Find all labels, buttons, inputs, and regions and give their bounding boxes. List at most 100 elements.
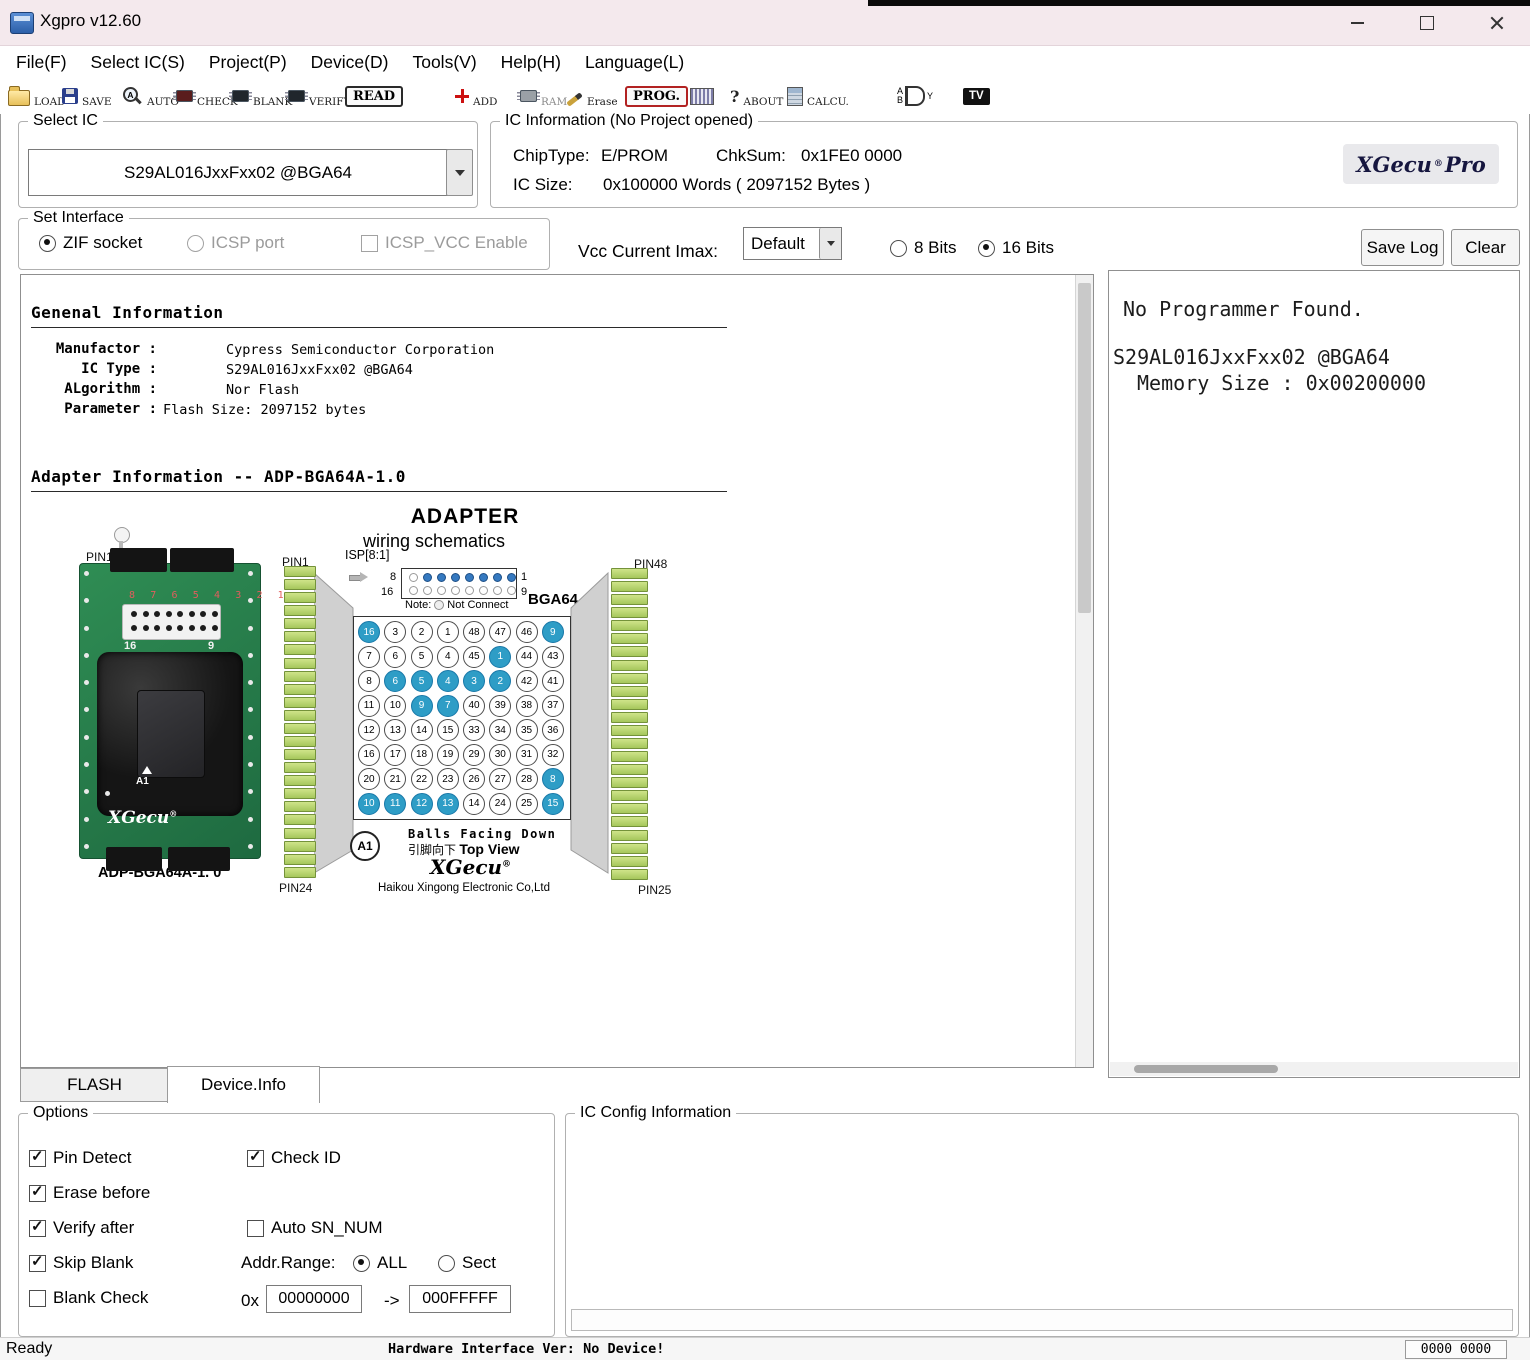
chip-icon bbox=[288, 90, 305, 102]
pin-strip-bar bbox=[611, 686, 648, 697]
menu-item[interactable]: Help(H) bbox=[489, 46, 573, 78]
pin-strip-bar bbox=[284, 579, 316, 590]
ic-combobox-dropdown-button[interactable] bbox=[446, 149, 473, 196]
bga-ball: 10 bbox=[384, 695, 406, 717]
ram-button[interactable]: RAM bbox=[520, 82, 567, 110]
bga-ball: 46 bbox=[516, 621, 538, 643]
pin-map-button[interactable] bbox=[690, 82, 714, 110]
vcc-imax-dropdown[interactable]: Default bbox=[743, 227, 842, 260]
options-group: Options Pin Detect Check ID Erase before… bbox=[18, 1113, 555, 1337]
scrollbar-thumb[interactable] bbox=[1134, 1065, 1278, 1073]
save-button[interactable]: SAVE bbox=[62, 82, 112, 110]
icsp-vcc-label: ICSP_VCC Enable bbox=[385, 233, 528, 253]
minimize-button[interactable] bbox=[1334, 0, 1380, 45]
bits8-radio[interactable]: 8 Bits bbox=[890, 238, 957, 258]
check-id-checkbox[interactable]: Check ID bbox=[247, 1148, 341, 1168]
pin-strip-bar bbox=[611, 673, 648, 684]
pin-strip-bar bbox=[284, 697, 316, 708]
header-dot bbox=[177, 611, 183, 617]
a1-marker-triangle bbox=[142, 766, 152, 774]
bga-ball: 8 bbox=[358, 670, 380, 692]
bits16-radio[interactable]: 16 Bits bbox=[978, 238, 1054, 258]
bga-ball: 11 bbox=[384, 793, 406, 815]
ic-type-value: S29AL016JxxFxx02 @BGA64 bbox=[226, 362, 413, 378]
scrollbar-thumb[interactable] bbox=[1078, 283, 1091, 613]
pin-strip-bar bbox=[284, 788, 316, 799]
menu-item[interactable]: Select IC(S) bbox=[79, 46, 197, 78]
addr-from-input[interactable] bbox=[266, 1285, 362, 1313]
pcb-holes-right bbox=[248, 571, 253, 849]
header-dot bbox=[154, 611, 160, 617]
skip-blank-checkbox[interactable]: Skip Blank bbox=[29, 1253, 133, 1273]
pcb-bottom-connector bbox=[168, 847, 230, 871]
addr-to-input[interactable] bbox=[409, 1285, 511, 1313]
maximize-button[interactable] bbox=[1404, 0, 1450, 45]
read-button[interactable]: READ bbox=[345, 82, 403, 110]
general-info-header: Genenal Information bbox=[31, 303, 224, 322]
isp-header-box bbox=[401, 568, 517, 599]
menu-item[interactable]: File(F) bbox=[4, 46, 79, 78]
load-button[interactable]: LOAD bbox=[8, 82, 66, 110]
calculator-button[interactable]: CALCU. bbox=[787, 82, 849, 110]
toolbar: LOAD SAVE A AUTO CHECK BLANK VERIFY READ… bbox=[0, 78, 1530, 114]
plus-icon bbox=[455, 89, 469, 103]
pin-strip-bar bbox=[284, 762, 316, 773]
addr-sect-radio[interactable]: Sect bbox=[438, 1253, 496, 1273]
isp-not-connected-dot bbox=[409, 586, 418, 595]
pcb-hole bbox=[84, 707, 89, 712]
auto-sn-checkbox[interactable]: Auto SN_NUM bbox=[247, 1218, 382, 1238]
bga-ball: 13 bbox=[437, 793, 459, 815]
erase-before-checkbox[interactable]: Erase before bbox=[29, 1183, 150, 1203]
verify-after-checkbox[interactable]: Verify after bbox=[29, 1218, 134, 1238]
divider bbox=[31, 327, 727, 328]
header-dot bbox=[154, 625, 160, 631]
menu-item[interactable]: Language(L) bbox=[573, 46, 696, 78]
about-button[interactable]: ?ABOUT bbox=[730, 82, 783, 110]
tab-device-info[interactable]: Device.Info bbox=[167, 1066, 320, 1103]
pin-strip-bar bbox=[611, 843, 648, 854]
prog-button[interactable]: PROG. bbox=[625, 82, 688, 110]
hex-prefix-label: 0x bbox=[241, 1291, 259, 1311]
menu-item[interactable]: Device(D) bbox=[299, 46, 401, 78]
bga-ball: 11 bbox=[358, 695, 380, 717]
logic-test-button[interactable]: AB Y bbox=[897, 82, 933, 110]
clear-button[interactable]: Clear bbox=[1451, 229, 1520, 266]
pin-detect-checkbox[interactable]: Pin Detect bbox=[29, 1148, 131, 1168]
chksum-value: 0x1FE0 0000 bbox=[801, 146, 902, 166]
panel-vertical-scrollbar[interactable] bbox=[1075, 275, 1093, 1067]
verify-button[interactable]: VERIFY bbox=[288, 82, 351, 110]
blank-button[interactable]: BLANK bbox=[232, 82, 292, 110]
status-hardware: Hardware Interface Ver: No Device! bbox=[388, 1341, 664, 1357]
ic-combobox[interactable]: S29AL016JxxFxx02 @BGA64 bbox=[28, 149, 448, 196]
vcc-imax-label: Vcc Current Imax: bbox=[578, 241, 718, 262]
pin-strip-bar bbox=[284, 854, 316, 865]
auto-button[interactable]: A AUTO bbox=[122, 82, 179, 110]
pin-strip-bar bbox=[284, 801, 316, 812]
log-horizontal-scrollbar[interactable] bbox=[1110, 1062, 1518, 1076]
save-log-button[interactable]: Save Log bbox=[1361, 229, 1444, 266]
log-panel: No Programmer Found. S29AL016JxxFxx02 @B… bbox=[1108, 270, 1520, 1078]
zif-socket-radio[interactable]: ZIF socket bbox=[39, 233, 142, 253]
add-button[interactable]: ADD bbox=[455, 82, 497, 110]
erase-button[interactable]: Erase bbox=[566, 82, 618, 110]
bga-ball: 25 bbox=[516, 793, 538, 815]
menu-item[interactable]: Project(P) bbox=[197, 46, 299, 78]
tv-mode-button[interactable]: TV bbox=[963, 82, 990, 110]
blank-check-checkbox[interactable]: Blank Check bbox=[29, 1288, 148, 1308]
not-connect-note: Note:Not Connect bbox=[405, 599, 508, 611]
bga-ball: 9 bbox=[542, 621, 564, 643]
icsp-port-radio[interactable]: ICSP port bbox=[187, 233, 284, 253]
pcb-hole bbox=[84, 762, 89, 767]
not-connect-dot-icon bbox=[434, 600, 444, 610]
tab-flash[interactable]: FLASH bbox=[20, 1068, 169, 1102]
pin-strip-bar bbox=[611, 633, 648, 644]
pcb-num-16: 16 bbox=[124, 640, 136, 652]
vcc-dropdown-button[interactable] bbox=[819, 228, 841, 259]
checkbox-icon bbox=[29, 1220, 46, 1237]
addr-all-radio[interactable]: ALL bbox=[353, 1253, 407, 1273]
check-id-label: Check ID bbox=[271, 1148, 341, 1168]
bga-ball: 4 bbox=[437, 670, 459, 692]
menu-item[interactable]: Tools(V) bbox=[400, 46, 488, 78]
icsp-vcc-checkbox[interactable]: ICSP_VCC Enable bbox=[361, 233, 528, 253]
close-button[interactable] bbox=[1474, 0, 1520, 45]
